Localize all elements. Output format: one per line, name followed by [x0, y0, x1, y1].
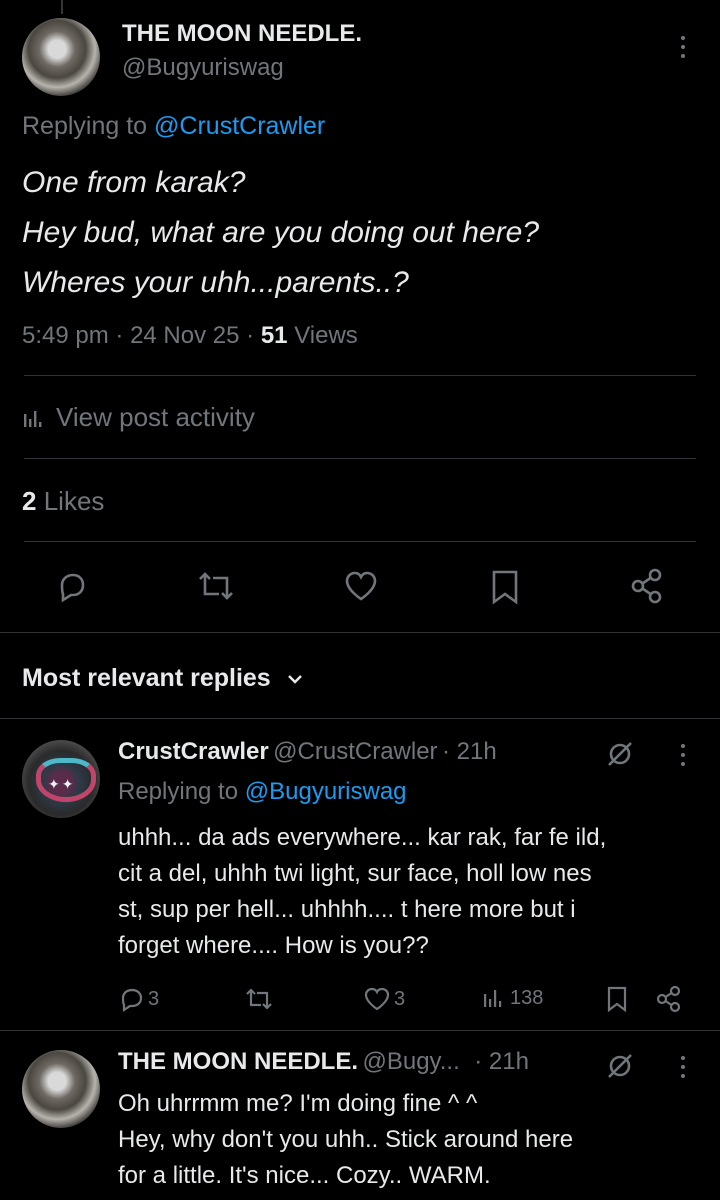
reply-body: Oh uhrrmm me? I'm doing fine ^ ^ Hey, wh… — [118, 1086, 573, 1194]
bar-chart-icon — [24, 410, 42, 427]
reply-author-name[interactable]: THE MOON NEEDLE. — [118, 1048, 358, 1075]
reply-views-button[interactable]: 138 — [482, 985, 543, 1011]
view-activity-row[interactable]: View post activity — [22, 402, 255, 433]
share-icon[interactable] — [654, 984, 684, 1014]
replies-sort-label: Most relevant replies — [22, 664, 271, 692]
reply-icon — [121, 988, 143, 1013]
replying-prefix: Replying to — [118, 778, 245, 805]
reply-line: forget where.... How is you?? — [118, 932, 429, 959]
divider — [24, 375, 696, 376]
bookmark-icon[interactable] — [488, 568, 522, 606]
grok-icon[interactable] — [604, 1050, 636, 1082]
reply-author-handle[interactable]: @Bugy... — [362, 1048, 459, 1075]
bar-chart-icon — [484, 990, 502, 1007]
repost-icon[interactable] — [196, 568, 236, 604]
reply-more-icon[interactable] — [680, 744, 686, 766]
post-date[interactable]: 24 Nov 25 — [130, 322, 239, 349]
replying-to-link[interactable]: @CrustCrawler — [154, 112, 325, 140]
chevron-down-icon — [287, 674, 302, 684]
likes-label: Likes — [43, 486, 105, 516]
section-divider — [0, 718, 720, 719]
likes-count: 2 — [22, 486, 37, 516]
thread-line — [61, 0, 63, 14]
heart-icon — [364, 987, 390, 1011]
reply-line: for a little. It's nice... Cozy.. WARM. — [118, 1162, 491, 1189]
heart-icon[interactable] — [342, 568, 380, 604]
reply-avatar[interactable] — [22, 740, 100, 818]
more-options-icon[interactable] — [680, 36, 686, 58]
divider — [24, 541, 696, 542]
author-name[interactable]: THE MOON NEEDLE. — [122, 20, 362, 48]
like-count: 3 — [394, 987, 406, 1010]
view-activity-label: View post activity — [56, 402, 255, 432]
replying-prefix: Replying to — [22, 112, 155, 140]
replying-to-link[interactable]: @Bugyuriswag — [245, 778, 407, 805]
post-meta: 5:49 pm · 24 Nov 25 · 51 Views — [22, 322, 358, 349]
reply-icon[interactable] — [54, 568, 90, 604]
reply-avatar[interactable] — [22, 1050, 100, 1128]
author-handle[interactable]: @Bugyuriswag — [122, 54, 284, 82]
section-divider — [0, 632, 720, 633]
repost-icon[interactable] — [244, 985, 274, 1013]
post-body: One from karak? Hey bud, what are you do… — [22, 158, 539, 308]
reply-author-handle[interactable]: @CrustCrawler — [273, 738, 437, 765]
reply-author-name[interactable]: CrustCrawler — [118, 738, 269, 765]
post-time[interactable]: 5:49 pm — [22, 322, 109, 349]
divider — [24, 458, 696, 459]
reply-line: cit a del, uhhh twi light, sur face, hol… — [118, 860, 592, 887]
share-icon[interactable] — [628, 566, 668, 606]
likes-row[interactable]: 2 Likes — [22, 486, 104, 517]
reply-replying-to: Replying to @Bugyuriswag — [118, 778, 407, 806]
reply-line: uhhh... da ads everywhere... kar rak, fa… — [118, 824, 607, 851]
view-count: 138 — [510, 986, 544, 1009]
views-count: 51 — [260, 322, 288, 349]
reply-time[interactable]: · 21h — [474, 1048, 529, 1075]
bookmark-icon[interactable] — [604, 984, 630, 1014]
replies-sort-dropdown[interactable]: Most relevant replies — [22, 664, 305, 693]
grok-icon[interactable] — [604, 738, 636, 770]
reply-like-button[interactable]: 3 — [362, 985, 405, 1013]
reply-line: st, sup per hell... uhhhh.... t here mor… — [118, 896, 576, 923]
views-label: Views — [294, 322, 358, 349]
author-avatar[interactable] — [22, 18, 100, 96]
reply-body: uhhh... da ads everywhere... kar rak, fa… — [118, 820, 606, 964]
reply-more-icon[interactable] — [680, 1056, 686, 1078]
reply-time[interactable]: · 21h — [442, 738, 497, 765]
reply-line: Hey, why don't you uhh.. Stick around he… — [118, 1126, 574, 1153]
reply-line: Oh uhrrmm me? I'm doing fine ^ ^ — [118, 1090, 478, 1117]
reply-divider — [0, 1030, 720, 1031]
post-line: Hey bud, what are you doing out here? — [22, 216, 540, 249]
reply-header: THE MOON NEEDLE. @Bugy... · 21h — [118, 1048, 529, 1076]
post-line: Wheres your uhh...parents..? — [22, 266, 409, 299]
post-line: One from karak? — [22, 166, 246, 199]
reply-header: CrustCrawler @CrustCrawler · 21h — [118, 738, 497, 766]
reply-reply-button[interactable]: 3 — [118, 985, 159, 1013]
replying-to: Replying to @CrustCrawler — [22, 112, 325, 141]
reply-count: 3 — [148, 987, 160, 1010]
